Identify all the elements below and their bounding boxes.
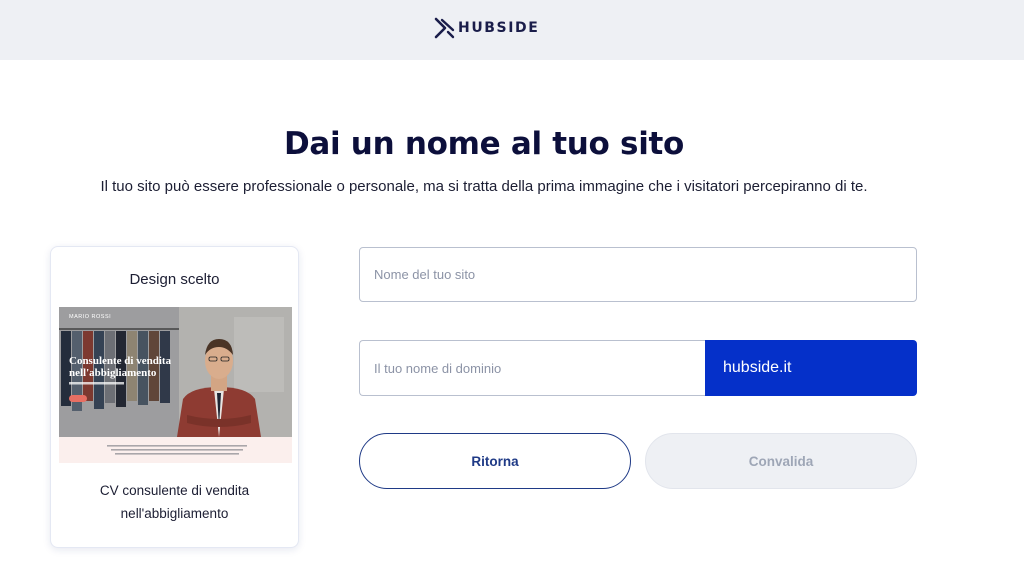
domain-suffix: hubside.it	[705, 340, 917, 396]
thumb-headline-1: Consulente di vendita	[69, 355, 172, 367]
domain-name-input[interactable]	[360, 341, 706, 395]
card-heading: Design scelto	[129, 271, 220, 288]
page-subtitle: Il tuo sito può essere professionale o p…	[100, 178, 868, 195]
design-thumbnail: MARIO ROSSI Consulente di vendita nell'a…	[59, 307, 292, 463]
design-caption-line1: CV consulente di vendita	[99, 483, 250, 498]
site-name-input[interactable]	[360, 248, 916, 301]
domain-name-field[interactable]	[359, 340, 706, 396]
hubside-logo[interactable]: HUBSIDE	[434, 16, 539, 40]
logo-text: HUBSIDE	[458, 20, 540, 36]
hubside-x-arrow-icon	[434, 17, 455, 39]
validate-button[interactable]: Convalida	[645, 433, 917, 489]
site-name-field[interactable]	[359, 247, 917, 302]
design-caption: CV consulente di vendita nell'abbigliame…	[51, 479, 298, 525]
thumb-headline-2: nell'abbigliamento	[69, 367, 157, 379]
top-header: HUBSIDE	[0, 0, 1024, 60]
back-button[interactable]: Ritorna	[359, 433, 631, 489]
thumb-brand: MARIO ROSSI	[69, 314, 111, 320]
page-title: Dai un nome al tuo sito	[283, 126, 685, 162]
design-caption-line2: nell'abbigliamento	[120, 506, 229, 521]
chosen-design-card: Design scelto MARIO ROSSI Consulente di …	[50, 246, 299, 548]
